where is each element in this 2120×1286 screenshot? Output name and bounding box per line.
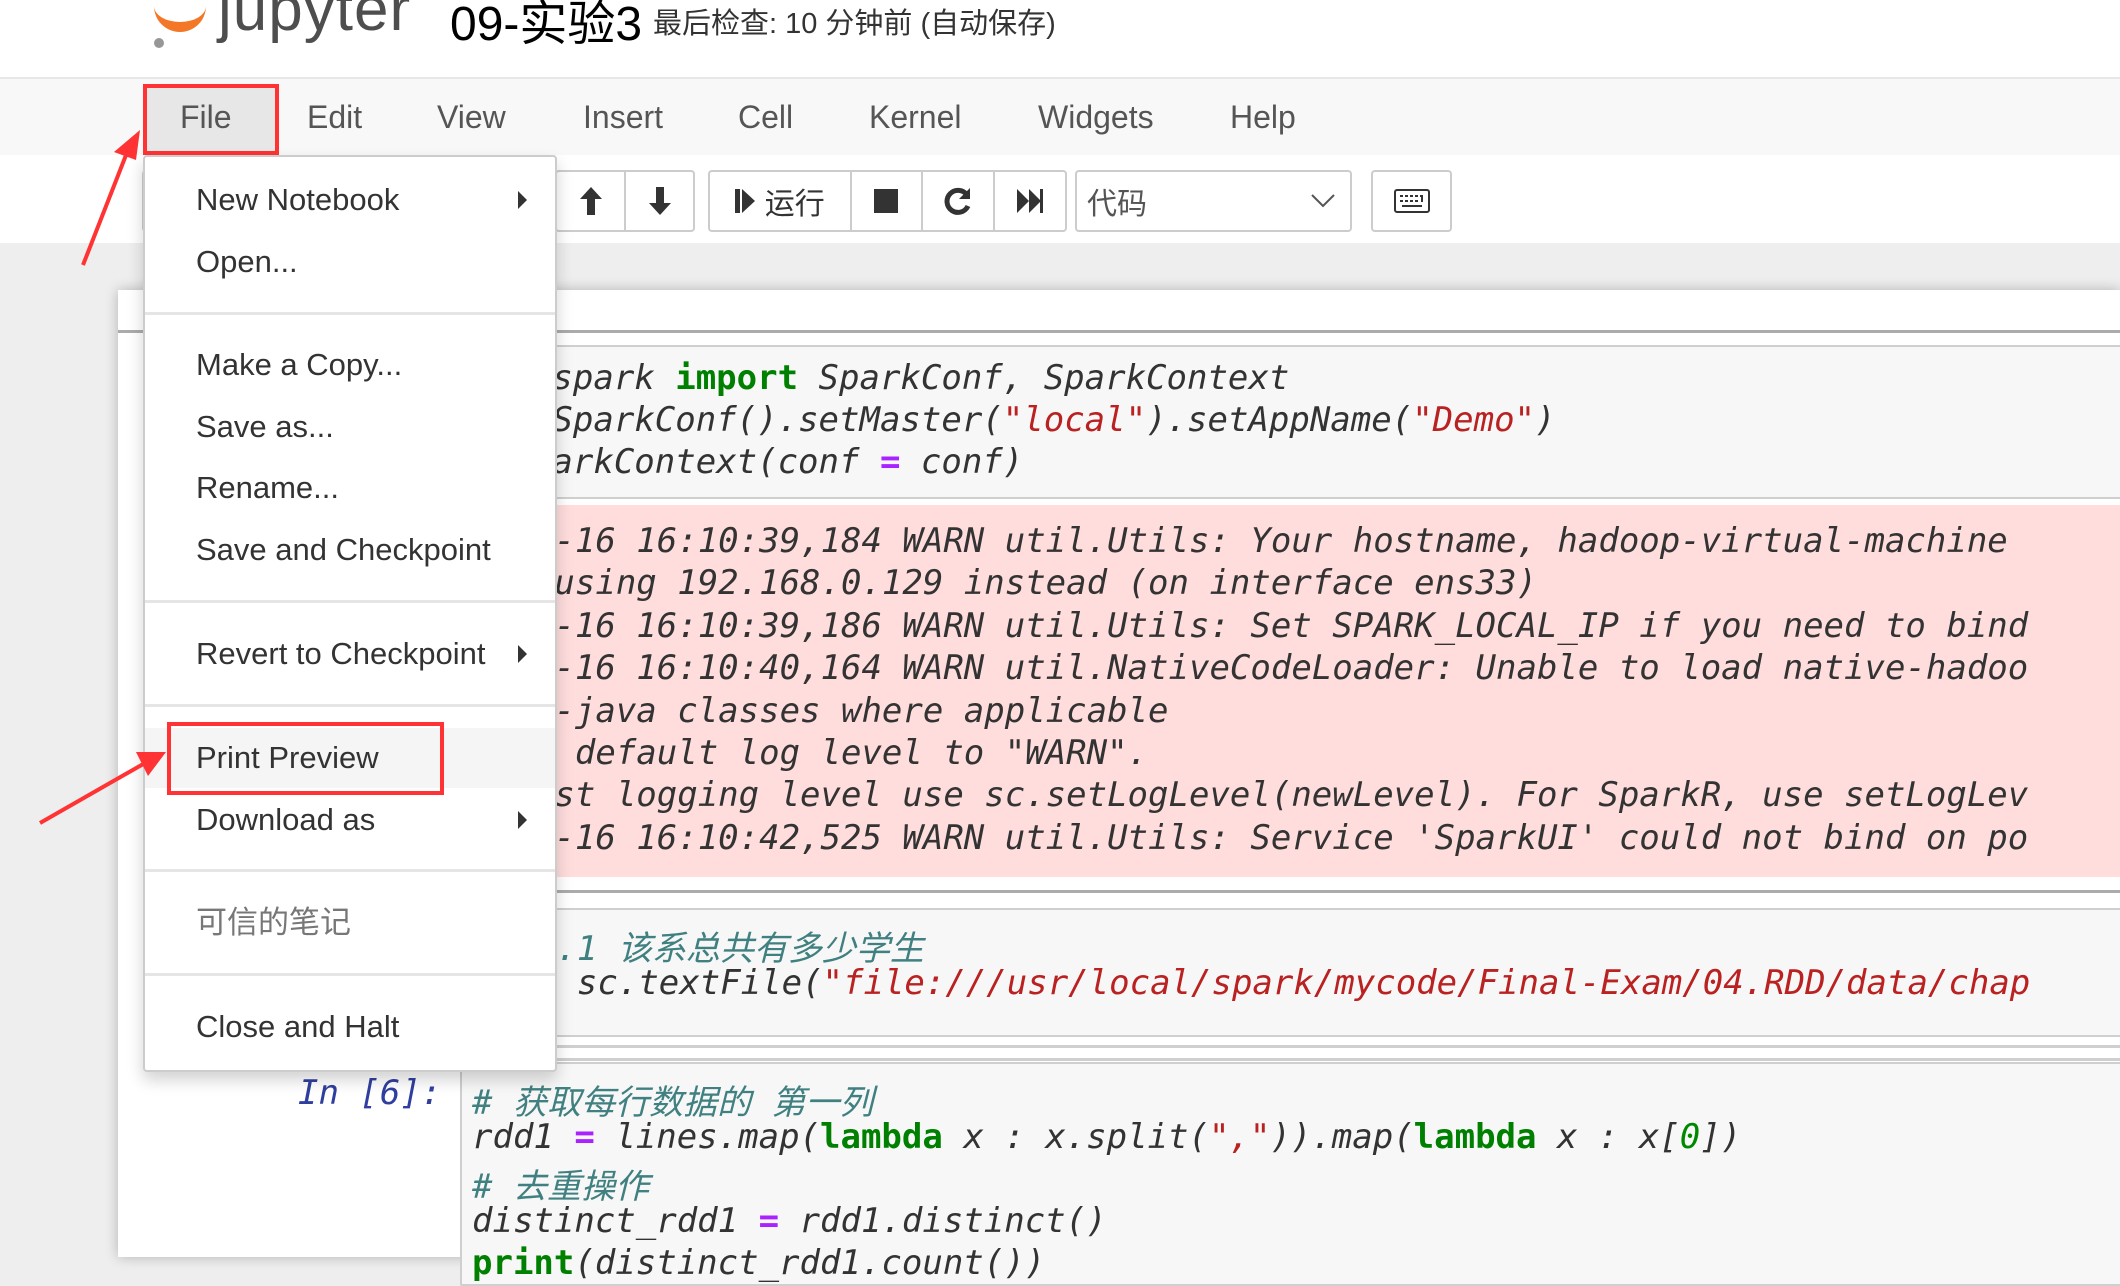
- menu-item-make-copy[interactable]: Make a Copy...: [145, 335, 555, 395]
- menu-divider: [145, 704, 555, 707]
- cell-1-stderr-output: -06-16 16:10:39,184 WARN util.Utils: You…: [493, 505, 2120, 877]
- code-line: s = sc.textFile("file:///usr/local/spark…: [495, 963, 2031, 1003]
- cell-divider: [493, 1045, 2120, 1048]
- cell-divider: [493, 1058, 2120, 1061]
- move-down-button[interactable]: [626, 172, 693, 230]
- print-preview-highlight-box: [167, 722, 444, 795]
- cell-2-input[interactable]: se1.1 该系总共有多少学生 s = sc.textFile("file://…: [493, 908, 2120, 1037]
- cell-3-input[interactable]: # 获取每行数据的 第一列 rdd1 = lines.map(lambda x …: [460, 1062, 2120, 1286]
- submenu-caret-icon: [518, 811, 527, 829]
- menu-item-rename[interactable]: Rename...: [145, 458, 555, 518]
- menu-item-open[interactable]: Open...: [145, 232, 555, 292]
- cell-divider: [493, 890, 2120, 893]
- cell-type-value: 代码: [1087, 188, 1147, 221]
- output-line: djust logging level use sc.setLogLevel(n…: [493, 775, 2029, 815]
- menu-edit[interactable]: Edit: [307, 79, 362, 155]
- output-line: -06-16 16:10:42,525 WARN util.Utils: Ser…: [493, 818, 2029, 858]
- jupyter-logo[interactable]: jupyter: [150, 0, 420, 50]
- arrow-up-icon: [579, 187, 602, 215]
- menu-item-new-notebook[interactable]: New Notebook: [145, 170, 555, 230]
- run-icon: [734, 189, 755, 213]
- toolbar-run-group: 运行: [708, 170, 1067, 232]
- fast-forward-icon: [1017, 189, 1044, 213]
- menu-divider: [145, 600, 555, 603]
- restart-icon: [944, 187, 971, 215]
- jupyter-logo-text: jupyter: [218, 0, 412, 44]
- output-line: -06-16 16:10:39,184 WARN util.Utils: You…: [493, 521, 2008, 561]
- menu-item-revert-checkpoint[interactable]: Revert to Checkpoint: [145, 624, 555, 684]
- menu-divider: [145, 973, 555, 976]
- menu-item-label: Revert to Checkpoint: [196, 636, 486, 671]
- code-line: = SparkConf().setMaster("local").setAppN…: [511, 400, 1556, 440]
- menu-item-label: Rename...: [196, 470, 340, 505]
- code-line: print(distinct_rdd1.count()): [472, 1243, 1046, 1283]
- menu-item-label: 可信的笔记: [196, 905, 351, 940]
- output-line: -06-16 16:10:39,186 WARN util.Utils: Set…: [493, 606, 2029, 646]
- checkpoint-status: 最后检查: 10 分钟前 (自动保存): [653, 8, 1056, 40]
- menu-item-save-as[interactable]: Save as...: [145, 397, 555, 457]
- submenu-caret-icon: [518, 191, 527, 209]
- jupyter-logo-dot: [154, 38, 164, 48]
- menu-bar: File Edit View Insert Cell Kernel Widget…: [0, 77, 2120, 157]
- menu-item-label: Download as: [196, 802, 376, 837]
- menu-widgets[interactable]: Widgets: [1038, 79, 1154, 155]
- code-line: pyspark import SparkConf, SparkContext: [491, 358, 1290, 398]
- code-line: distinct_rdd1 = rdd1.distinct(): [472, 1201, 1107, 1241]
- stop-icon: [874, 189, 899, 213]
- toolbar-move-group: [555, 170, 695, 232]
- menu-item-label: Make a Copy...: [196, 347, 403, 382]
- cell-1-input[interactable]: pyspark import SparkConf, SparkContext =…: [493, 345, 2120, 499]
- menu-divider: [145, 869, 555, 872]
- menu-cell[interactable]: Cell: [738, 79, 793, 155]
- run-button[interactable]: 运行: [710, 172, 852, 230]
- menu-help[interactable]: Help: [1230, 79, 1296, 155]
- jupyter-logo-icon: [154, 0, 206, 32]
- menu-insert[interactable]: Insert: [583, 79, 663, 155]
- keyboard-icon: [1393, 189, 1430, 213]
- code-line: SparkContext(conf = conf): [491, 442, 1024, 482]
- interrupt-button[interactable]: [852, 172, 924, 230]
- menu-divider: [145, 312, 555, 315]
- menu-item-label: Save as...: [196, 409, 334, 444]
- menu-view[interactable]: View: [437, 79, 506, 155]
- menu-item-save-checkpoint[interactable]: Save and Checkpoint: [145, 520, 555, 580]
- menu-item-trusted-notebook: 可信的笔记: [145, 893, 555, 953]
- menu-item-label: New Notebook: [196, 182, 400, 217]
- output-line: 1; using 192.168.0.129 instead (on inter…: [493, 563, 1537, 603]
- cell-type-select[interactable]: 代码: [1075, 170, 1352, 232]
- menu-item-label: Open...: [196, 244, 298, 279]
- code-line: rdd1 = lines.map(lambda x : x.split(",")…: [472, 1117, 1742, 1157]
- menu-item-close-halt[interactable]: Close and Halt: [145, 997, 555, 1057]
- output-line: tin-java classes where applicable: [493, 691, 1169, 731]
- menu-item-label: Save and Checkpoint: [196, 532, 491, 567]
- file-dropdown-menu: New Notebook Open... Make a Copy... Save…: [143, 155, 557, 1072]
- restart-run-all-button[interactable]: [995, 172, 1065, 230]
- notebook-header: jupyter 09-实验3 最后检查: 10 分钟前 (自动保存): [0, 0, 2120, 77]
- run-label: 运行: [764, 188, 825, 221]
- cell-3-prompt: In [6]:: [298, 1073, 442, 1113]
- menu-item-download-as[interactable]: Download as: [145, 790, 555, 850]
- notebook-title[interactable]: 09-实验3: [450, 0, 642, 54]
- menu-item-label: Close and Halt: [196, 1009, 400, 1044]
- submenu-caret-icon: [518, 645, 527, 663]
- menu-kernel[interactable]: Kernel: [869, 79, 962, 155]
- chevron-down-icon: [1311, 194, 1335, 208]
- command-palette-button[interactable]: [1371, 170, 1452, 232]
- output-line: ing default log level to "WARN".: [493, 733, 1149, 773]
- menu-file-active[interactable]: File: [180, 79, 232, 155]
- move-up-button[interactable]: [557, 172, 626, 230]
- restart-button[interactable]: [923, 172, 996, 230]
- output-line: -06-16 16:10:40,164 WARN util.NativeCode…: [493, 648, 2029, 688]
- arrow-down-icon: [648, 187, 671, 215]
